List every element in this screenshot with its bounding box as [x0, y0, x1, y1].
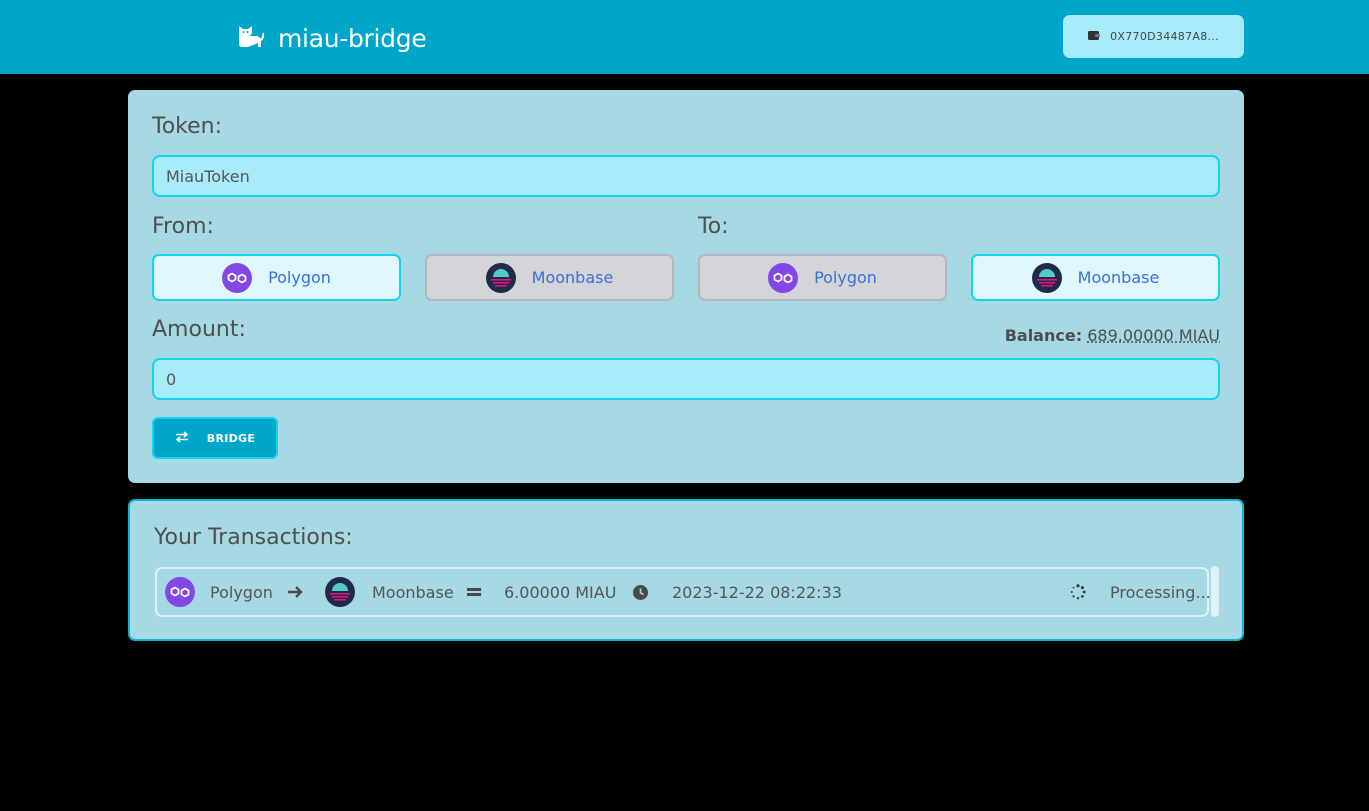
- wallet-address: 0X770D34487A8...: [1110, 30, 1219, 43]
- balance-label: Balance:: [1004, 326, 1083, 345]
- to-polygon-button[interactable]: Polygon: [698, 254, 947, 301]
- bridge-button[interactable]: BRIDGE: [152, 417, 278, 459]
- cat-icon: [236, 22, 265, 54]
- app-title: miau-bridge: [278, 23, 427, 53]
- moonbase-icon: [1031, 262, 1062, 293]
- amount-label: Amount:: [152, 317, 246, 342]
- to-moonbase-button[interactable]: Moonbase: [971, 254, 1220, 301]
- from-label: From:: [152, 214, 214, 239]
- chain-label: Polygon: [268, 268, 331, 287]
- swap-arrows-icon: [175, 430, 189, 446]
- polygon-icon: [165, 569, 195, 615]
- from-polygon-button[interactable]: Polygon: [152, 254, 401, 301]
- chain-label: Moonbase: [531, 268, 614, 287]
- chain-label: Moonbase: [1077, 268, 1160, 287]
- moonbase-icon: [325, 569, 355, 615]
- token-input[interactable]: MiauToken: [152, 155, 1220, 197]
- transactions-card: Your Transactions: Polygon Moonbase 6.00…: [128, 499, 1244, 641]
- transactions-title: Your Transactions:: [154, 525, 353, 550]
- clock-icon: [633, 569, 648, 615]
- polygon-icon: [222, 262, 253, 293]
- scrollbar[interactable]: [1211, 566, 1219, 617]
- tx-timestamp: 2023-12-22 08:22:33: [672, 582, 842, 602]
- token-label: Token:: [152, 114, 223, 139]
- tx-status: Processing...: [1110, 582, 1211, 602]
- bridge-card: Token: MiauToken From: To: Polygon Moonb…: [128, 90, 1244, 483]
- arrow-right-icon: [287, 569, 303, 615]
- bridge-button-label: BRIDGE: [206, 431, 256, 445]
- amount-input[interactable]: 0: [152, 358, 1220, 400]
- balance-value[interactable]: 689.00000 MIAU: [1087, 326, 1220, 345]
- chain-label: Polygon: [814, 268, 877, 287]
- spinner-icon: [1070, 569, 1086, 615]
- tx-from-chain: Polygon: [210, 582, 273, 602]
- to-label: To:: [698, 214, 729, 239]
- tx-amount: 6.00000 MIAU: [504, 582, 617, 602]
- transaction-row[interactable]: Polygon Moonbase 6.00000 MIAU 2023-12-22…: [155, 567, 1211, 617]
- top-bar: miau-bridge 0X770D34487A8...: [0, 0, 1369, 74]
- equals-icon: [467, 569, 481, 615]
- tx-to-chain: Moonbase: [372, 582, 454, 602]
- polygon-icon: [768, 262, 799, 293]
- brand[interactable]: miau-bridge: [236, 22, 427, 54]
- from-moonbase-button[interactable]: Moonbase: [425, 254, 674, 301]
- wallet-button[interactable]: 0X770D34487A8...: [1063, 15, 1244, 58]
- moonbase-icon: [485, 262, 516, 293]
- wallet-icon: [1088, 30, 1101, 44]
- balance-display: Balance: 689.00000 MIAU: [1005, 326, 1220, 345]
